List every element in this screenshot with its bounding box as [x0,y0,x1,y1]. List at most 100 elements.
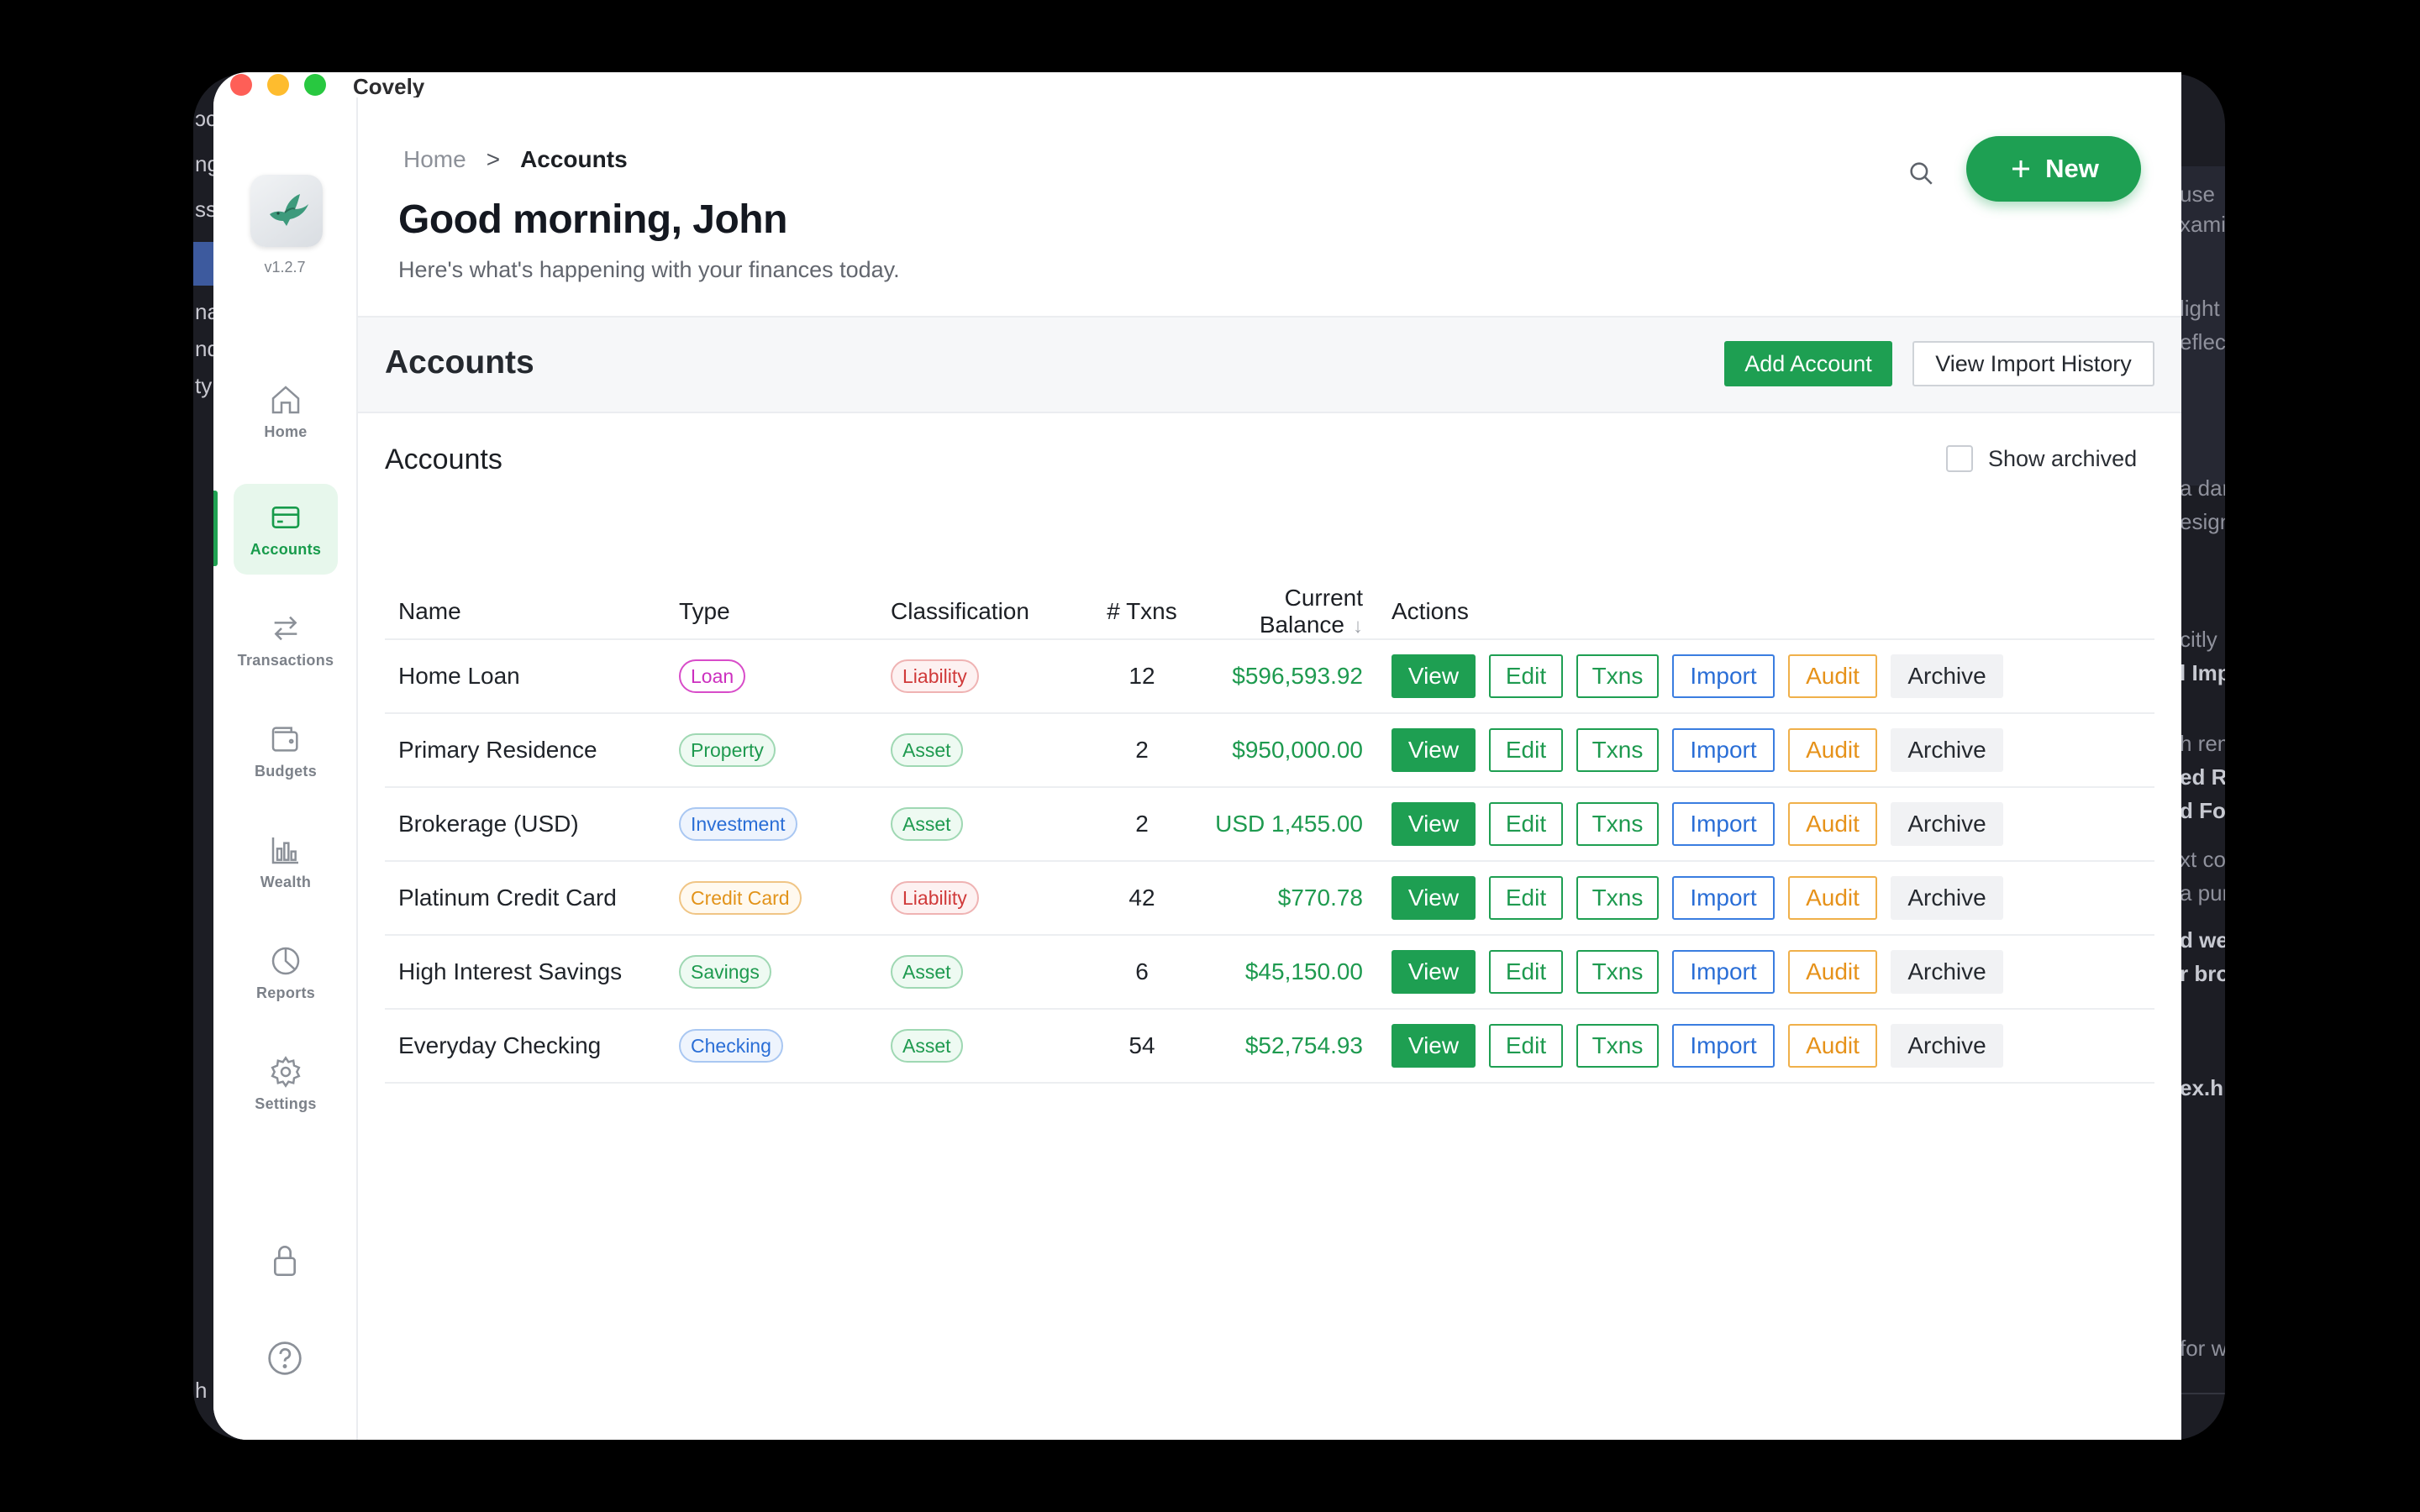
type-badge: Savings [679,955,771,989]
import-button[interactable]: Import [1672,1024,1775,1068]
sidebar-item-label: Home [264,423,308,440]
add-account-button[interactable]: Add Account [1724,341,1892,386]
edit-button[interactable]: Edit [1489,950,1563,994]
view-button[interactable]: View [1392,728,1476,772]
audit-button[interactable]: Audit [1788,950,1877,994]
table-header-row: Name Type Classification # Txns Current … [385,585,2154,639]
sidebar-item-transactions[interactable]: Transactions [234,595,338,685]
import-button[interactable]: Import [1672,654,1775,698]
background-text: use [2180,181,2215,207]
show-archived-toggle[interactable]: Show archived [1946,445,2137,472]
lock-icon [274,1246,296,1276]
view-import-history-button[interactable]: View Import History [1912,341,2154,386]
txn-count: 2 [1084,712,1200,787]
plus-icon [2012,160,2030,177]
audit-button[interactable]: Audit [1788,1024,1877,1068]
archive-button[interactable]: Archive [1891,1024,2003,1068]
classification-badge: Asset [891,955,963,989]
background-text: d For [2180,798,2225,823]
breadcrumb-home-link[interactable]: Home [403,146,466,172]
row-actions: View Edit Txns Import Audit Archive [1392,950,2154,994]
column-header-txns[interactable]: # Txns [1084,585,1200,639]
type-badge: Property [679,733,776,767]
archive-button[interactable]: Archive [1891,876,2003,920]
actions-cell: View Edit Txns Import Audit Archive [1363,786,2154,861]
row-actions: View Edit Txns Import Audit Archive [1392,802,2154,846]
type-badge: Investment [679,807,797,841]
app-title: Covely [353,74,425,99]
txns-button[interactable]: Txns [1576,654,1659,698]
sidebar-item-wealth[interactable]: Wealth [234,816,338,907]
archive-button[interactable]: Archive [1891,802,2003,846]
background-text: eflec [2180,329,2225,354]
account-name: Home Loan [385,638,679,713]
edit-button[interactable]: Edit [1489,876,1563,920]
zoom-window-button[interactable] [304,74,326,96]
archive-button[interactable]: Archive [1891,728,2003,772]
import-button[interactable]: Import [1672,728,1775,772]
background-text: a pur [2180,880,2225,906]
table-row: Everyday Checking Checking Asset 54 $52,754.… [385,1008,2154,1084]
close-window-button[interactable] [230,74,252,96]
search-button[interactable] [1902,155,1939,192]
show-archived-checkbox[interactable] [1946,445,1973,472]
txns-button[interactable]: Txns [1576,876,1659,920]
edit-button[interactable]: Edit [1489,654,1563,698]
sidebar-item-accounts[interactable]: Accounts [234,484,338,575]
sidebar-item-reports[interactable]: Reports [234,927,338,1018]
help-icon [268,1341,302,1375]
txns-button[interactable]: Txns [1576,728,1659,772]
table-row: Brokerage (USD) Investment Asset 2 USD 1,455… [385,786,2154,861]
actions-cell: View Edit Txns Import Audit Archive [1363,638,2154,713]
classification-cell: Asset [891,1008,1084,1084]
archive-button[interactable]: Archive [1891,950,2003,994]
txns-button[interactable]: Txns [1576,1024,1659,1068]
sidebar-item-label: Reports [255,984,316,1001]
section-title: Accounts [385,344,534,381]
account-name: High Interest Savings [385,934,679,1009]
import-button[interactable]: Import [1672,950,1775,994]
view-button[interactable]: View [1392,654,1476,698]
audit-button[interactable]: Audit [1788,802,1877,846]
view-button[interactable]: View [1392,950,1476,994]
background-right-text: use xami light eflec a dar esign citly l… [2175,74,2225,1440]
account-name: Primary Residence [385,712,679,787]
edit-button[interactable]: Edit [1489,1024,1563,1068]
new-button[interactable]: New [1966,136,2141,202]
edit-button[interactable]: Edit [1489,728,1563,772]
current-balance: $950,000.00 [1200,712,1363,787]
view-button[interactable]: View [1392,802,1476,846]
new-button-label: New [2045,154,2099,183]
actions-cell: View Edit Txns Import Audit Archive [1363,860,2154,935]
background-text: h [195,1378,208,1403]
txns-button[interactable]: Txns [1576,802,1659,846]
app-window: Covely v1.2.7 Home Accounts Transactions… [213,72,2181,1440]
current-balance: USD 1,455.00 [1200,786,1363,861]
txns-button[interactable]: Txns [1576,950,1659,994]
wallet-icon [271,726,298,752]
background-text: a dar [2180,475,2225,501]
audit-button[interactable]: Audit [1788,728,1877,772]
column-header-name[interactable]: Name [385,585,679,639]
edit-button[interactable]: Edit [1489,802,1563,846]
sidebar-item-budgets[interactable]: Budgets [234,706,338,796]
audit-button[interactable]: Audit [1788,876,1877,920]
minimize-window-button[interactable] [267,74,289,96]
import-button[interactable]: Import [1672,876,1775,920]
archive-button[interactable]: Archive [1891,654,2003,698]
import-button[interactable]: Import [1672,802,1775,846]
sidebar-item-settings[interactable]: Settings [234,1038,338,1129]
classification-cell: Asset [891,786,1084,861]
column-header-classification[interactable]: Classification [891,585,1084,639]
help-button[interactable] [266,1339,304,1378]
sidebar-item-label: Accounts [250,540,322,558]
column-header-balance[interactable]: Current Balance ↓ [1200,585,1363,639]
sidebar-item-home[interactable]: Home [234,366,338,457]
txn-count: 6 [1084,934,1200,1009]
classification-cell: Asset [891,712,1084,787]
view-button[interactable]: View [1392,876,1476,920]
audit-button[interactable]: Audit [1788,654,1877,698]
column-header-type[interactable]: Type [679,585,891,639]
view-button[interactable]: View [1392,1024,1476,1068]
lock-button[interactable] [266,1242,304,1280]
